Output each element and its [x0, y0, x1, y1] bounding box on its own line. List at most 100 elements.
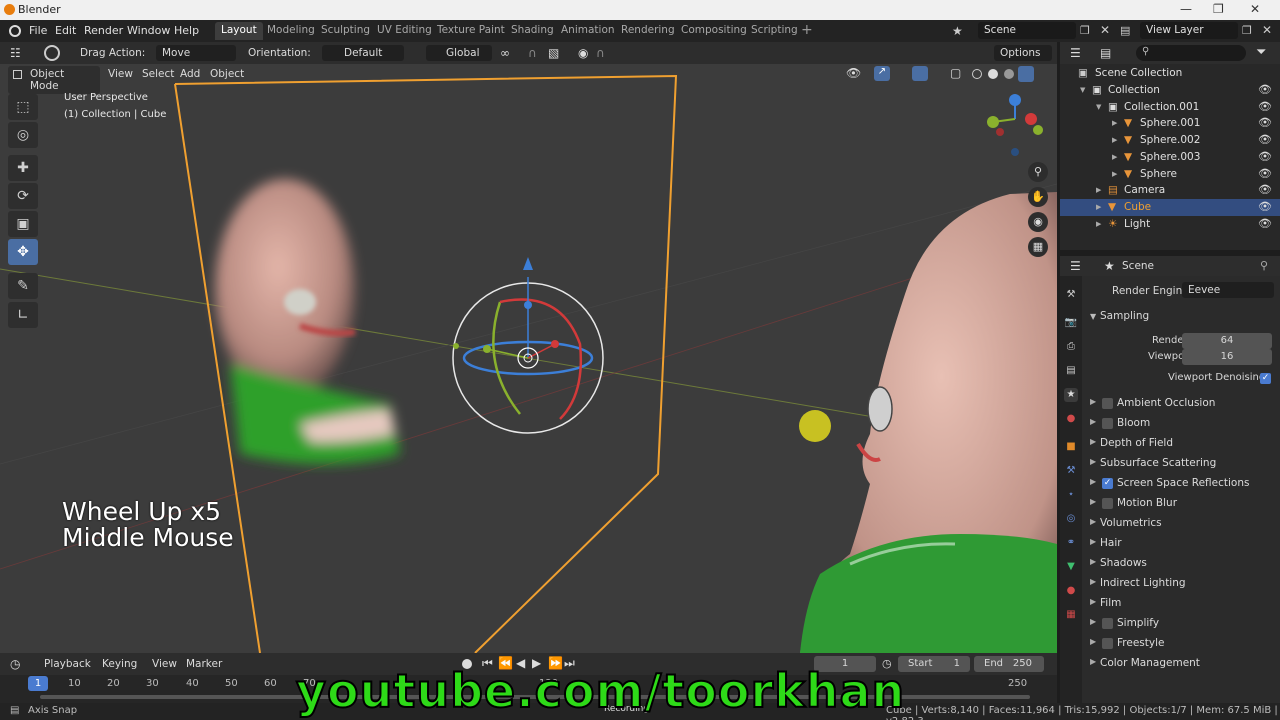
view-layer-field[interactable]: View Layer: [1140, 22, 1238, 39]
proportional-edit-icon[interactable]: ◉: [578, 46, 588, 60]
display-mode-icon[interactable]: ▤: [1100, 46, 1111, 60]
constraints-tab-icon[interactable]: ⚭: [1064, 536, 1078, 550]
panel-motion-blur[interactable]: ▶ Motion Blur: [1082, 494, 1280, 514]
expand-arrow-icon[interactable]: ▶: [1096, 220, 1101, 228]
texture-tab-icon[interactable]: ▦: [1064, 608, 1078, 622]
transform-orientation-dropdown[interactable]: Global: [426, 45, 492, 61]
panel-expand-icon[interactable]: ▶: [1090, 597, 1096, 606]
move-tool[interactable]: ✚: [8, 155, 38, 181]
delete-view-layer-icon[interactable]: ✕: [1262, 23, 1272, 37]
active-tool-icon[interactable]: [44, 45, 60, 61]
scene-icon[interactable]: ★: [952, 24, 963, 38]
timeline-editor-icon[interactable]: ◷: [10, 657, 20, 671]
visibility-eye-icon[interactable]: 👁: [1258, 116, 1272, 129]
data-tab-icon[interactable]: ▼: [1064, 560, 1078, 574]
annotate-tool[interactable]: ✎: [8, 273, 38, 299]
object-tab-icon[interactable]: ■: [1064, 440, 1078, 454]
panel-indirect-lighting[interactable]: ▶ Indirect Lighting: [1082, 574, 1280, 594]
expand-arrow-icon[interactable]: ▶: [1096, 203, 1101, 211]
render-engine-dropdown[interactable]: Eevee: [1182, 282, 1274, 298]
transform-tool[interactable]: ✥: [8, 239, 38, 265]
panel-color-management[interactable]: ▶ Color Management: [1082, 654, 1280, 674]
outliner-item-light[interactable]: ▶ ☀ Light 👁: [1060, 216, 1280, 233]
material-tab-icon[interactable]: ●: [1064, 584, 1078, 598]
tab-animation[interactable]: Animation: [555, 22, 621, 40]
outliner-item-sphere-002[interactable]: ▶ ▼ Sphere.002 👁: [1060, 132, 1280, 149]
delete-scene-icon[interactable]: ✕: [1100, 23, 1110, 37]
sampling-panel-arrow[interactable]: ▼: [1090, 312, 1096, 321]
panel-depth-of-field[interactable]: ▶ Depth of Field: [1082, 434, 1280, 454]
outliner-item-collection[interactable]: ▼ ▣ Collection 👁: [1060, 82, 1280, 99]
panel-expand-icon[interactable]: ▶: [1090, 537, 1096, 546]
physics-tab-icon[interactable]: ◎: [1064, 512, 1078, 526]
visibility-eye-icon[interactable]: 👁: [1258, 133, 1272, 146]
viewport-denoising-checkbox[interactable]: ✓: [1260, 373, 1271, 384]
options-dropdown[interactable]: Options: [994, 45, 1052, 61]
panel-ambient-occlusion[interactable]: ▶ Ambient Occlusion: [1082, 394, 1280, 414]
visibility-eye-icon[interactable]: 👁: [1258, 83, 1272, 96]
camera-view-icon[interactable]: ◉: [1028, 212, 1048, 232]
new-scene-icon[interactable]: ❐: [1080, 24, 1090, 37]
blender-menu-icon[interactable]: [9, 25, 21, 37]
outliner-item-camera[interactable]: ▶ ▤ Camera 👁: [1060, 182, 1280, 199]
cursor-tool[interactable]: ◎: [8, 122, 38, 148]
panel-checkbox[interactable]: ✓: [1102, 478, 1113, 489]
pin-icon[interactable]: ⚲: [1260, 259, 1268, 272]
panel-expand-icon[interactable]: ▶: [1090, 637, 1096, 646]
close-icon[interactable]: ✕: [1250, 2, 1260, 16]
panel-expand-icon[interactable]: ▶: [1090, 617, 1096, 626]
properties-editor-icon[interactable]: ☰: [1070, 259, 1081, 273]
menu-render[interactable]: Render: [84, 24, 123, 37]
shading-material-icon[interactable]: [1004, 69, 1014, 79]
visibility-eye-icon[interactable]: 👁: [1258, 167, 1272, 180]
panel-expand-icon[interactable]: ▶: [1090, 477, 1096, 486]
particles-tab-icon[interactable]: ⋆: [1064, 488, 1078, 502]
panel-subsurface-scattering[interactable]: ▶ Subsurface Scattering: [1082, 454, 1280, 474]
menu-marker[interactable]: Marker: [186, 658, 222, 670]
falloff-icon[interactable]: ∩: [596, 46, 605, 60]
rotate-tool[interactable]: ⟳: [8, 183, 38, 209]
pivot-icon[interactable]: ∞: [500, 46, 510, 60]
outliner-item-collection-001[interactable]: ▼ ▣ Collection.001 👁: [1060, 99, 1280, 116]
menu-add[interactable]: Add: [180, 68, 200, 80]
outliner-item-sphere-003[interactable]: ▶ ▼ Sphere.003 👁: [1060, 149, 1280, 166]
tab-shading[interactable]: Shading: [505, 22, 560, 40]
overlay-toggle-icon[interactable]: [912, 66, 928, 81]
snap-target-icon[interactable]: ▧: [548, 46, 559, 60]
panel-expand-icon[interactable]: ▶: [1090, 577, 1096, 586]
pan-hand-icon[interactable]: ✋: [1028, 187, 1048, 207]
menu-view[interactable]: View: [108, 68, 133, 80]
panel-expand-icon[interactable]: ▶: [1090, 437, 1096, 446]
filter-icon[interactable]: ⏷: [1256, 45, 1266, 60]
panel-checkbox[interactable]: [1102, 498, 1113, 509]
menu-object[interactable]: Object: [210, 68, 244, 80]
tab-rendering[interactable]: Rendering: [615, 22, 681, 40]
panel-expand-icon[interactable]: ▶: [1090, 457, 1096, 466]
tab-texture-paint[interactable]: Texture Paint: [431, 22, 511, 40]
tool-tab-icon[interactable]: ⚒: [1064, 288, 1078, 302]
panel-expand-icon[interactable]: ▶: [1090, 497, 1096, 506]
panel-volumetrics[interactable]: ▶ Volumetrics: [1082, 514, 1280, 534]
panel-expand-icon[interactable]: ▶: [1090, 657, 1096, 666]
tab-scripting[interactable]: Scripting: [745, 22, 804, 40]
scene-field[interactable]: Scene: [978, 22, 1076, 39]
scale-tool[interactable]: ▣: [8, 211, 38, 237]
panel-expand-icon[interactable]: ▶: [1090, 517, 1096, 526]
menu-edit[interactable]: Edit: [55, 24, 76, 37]
expand-arrow-icon[interactable]: ▶: [1096, 186, 1101, 194]
expand-arrow-icon[interactable]: ▶: [1112, 136, 1117, 144]
panel-freestyle[interactable]: ▶ Freestyle: [1082, 634, 1280, 654]
3d-viewport[interactable]: [0, 64, 1057, 653]
panel-checkbox[interactable]: [1102, 618, 1113, 629]
shading-rendered-icon[interactable]: [1018, 66, 1034, 82]
visibility-eye-icon[interactable]: 👁: [1258, 183, 1272, 196]
menu-help[interactable]: Help: [174, 24, 199, 37]
select-box-tool[interactable]: ⬚: [8, 94, 38, 120]
modifier-tab-icon[interactable]: ⚒: [1064, 464, 1078, 478]
start-frame-field[interactable]: Start 1: [898, 656, 970, 672]
tab-layout[interactable]: Layout: [215, 22, 263, 40]
panel-expand-icon[interactable]: ▶: [1090, 557, 1096, 566]
outliner-search-input[interactable]: [1136, 45, 1246, 61]
tab-compositing[interactable]: Compositing: [675, 22, 753, 40]
zoom-icon[interactable]: ⚲: [1028, 162, 1048, 182]
